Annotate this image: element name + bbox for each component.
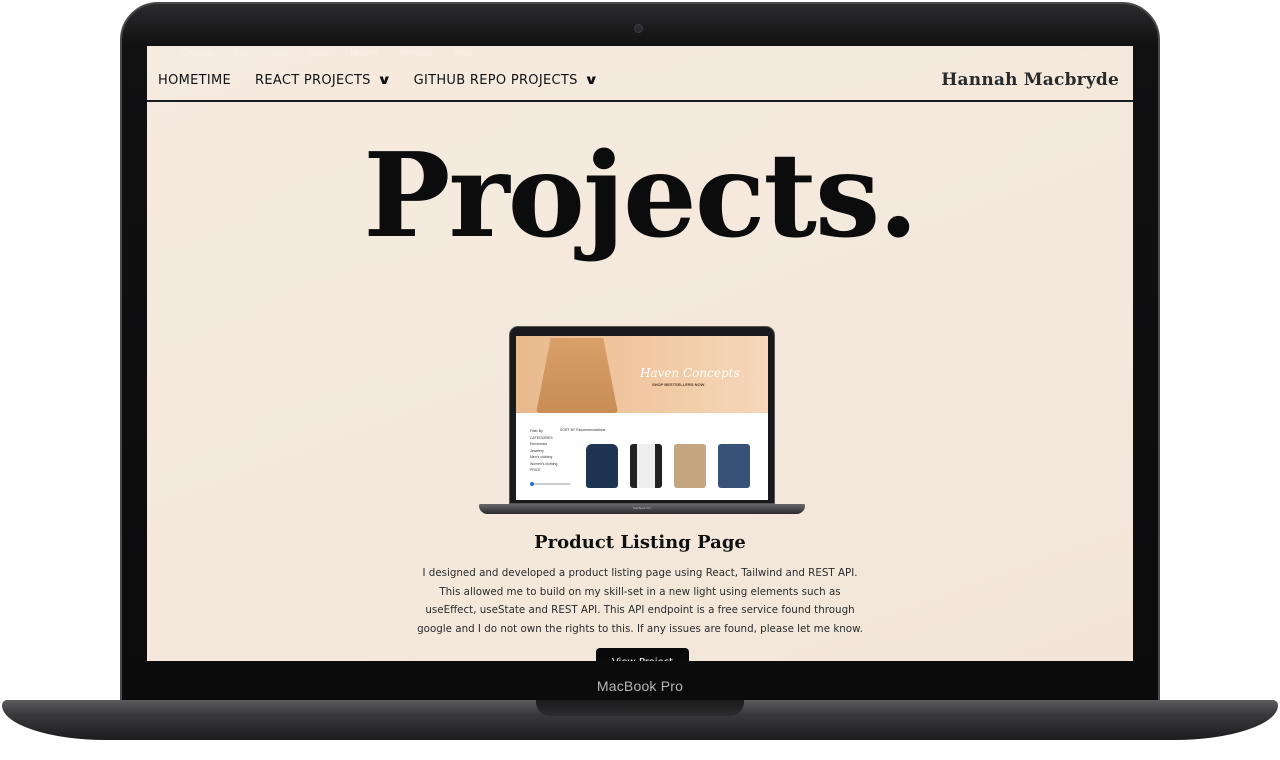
menubar-item[interactable]: View <box>309 48 328 58</box>
page-title: Projects. <box>363 128 918 264</box>
menubar-item[interactable]: Help <box>454 48 473 58</box>
preview-subtitle: SHOP BESTSELLERS NOW <box>652 382 705 387</box>
raglan-shirt-image <box>630 444 662 488</box>
nav-item-label: REACT PROJECTS <box>255 72 371 88</box>
preview-banner: Haven Concepts SHOP BESTSELLERS NOW <box>516 336 768 413</box>
menubar-item[interactable]: File <box>235 48 250 58</box>
nav-item-label: GITHUB REPO PROJECTS <box>413 72 578 88</box>
wifi-icon[interactable]: ◠ <box>1111 48 1119 59</box>
menubar-item[interactable]: Chrome <box>181 48 213 58</box>
mockup-device-label: MacBook Pro <box>632 506 651 510</box>
backpack-image <box>586 444 618 488</box>
preview-sort: SORT BY Recommendations <box>560 428 605 432</box>
nav-item-label: HOMETIME <box>158 72 232 88</box>
view-project-button[interactable]: View Project <box>596 648 689 661</box>
menubar-item[interactable]: Window <box>400 48 432 58</box>
sweater-image <box>536 338 618 413</box>
chevron-down-icon: ∨ <box>376 72 392 88</box>
project-preview-image: Haven Concepts SHOP BESTSELLERS NOW Filt… <box>516 336 768 500</box>
site-nav: HOMETIME REACT PROJECTS ∨ GITHUB REPO PR… <box>147 60 1133 102</box>
preview-filter-panel: Filter By CATEGORIES Electronics Jeweler… <box>530 428 557 474</box>
preview-brand: Haven Concepts <box>640 366 740 380</box>
menubar-item[interactable]: History <box>350 48 378 58</box>
project-title: Product Listing Page <box>534 532 746 553</box>
chevron-down-icon: ∨ <box>583 72 599 88</box>
menubar-item[interactable]: Edit <box>272 48 288 58</box>
project-description: I designed and developed a product listi… <box>417 567 863 635</box>
device-label: MacBook Pro <box>596 678 684 694</box>
camera-icon <box>634 24 643 33</box>
laptop-screen: Chrome File Edit View History Window Hel… <box>147 46 1133 661</box>
nav-item-hometime[interactable]: HOMETIME <box>158 73 231 88</box>
battery-icon[interactable]: ▭ <box>1079 48 1088 59</box>
longsleeve-shirt-image <box>718 444 750 488</box>
jacket-image <box>674 444 706 488</box>
laptop-hinge-notch <box>536 700 744 716</box>
preview-sort-label: SORT BY <box>560 428 576 432</box>
nav-item-github-repo-projects[interactable]: GITHUB REPO PROJECTS ∨ <box>413 72 599 88</box>
nav-item-react-projects[interactable]: REACT PROJECTS ∨ <box>255 72 392 88</box>
preview-product-grid <box>586 444 750 488</box>
preview-sort-value: Recommendations <box>576 428 606 432</box>
os-menubar: Chrome File Edit View History Window Hel… <box>147 46 1133 60</box>
preview-price-heading: PRICE <box>530 468 541 472</box>
site-brand[interactable]: Hannah Macbryde <box>941 70 1119 90</box>
preview-price-slider <box>530 482 570 486</box>
